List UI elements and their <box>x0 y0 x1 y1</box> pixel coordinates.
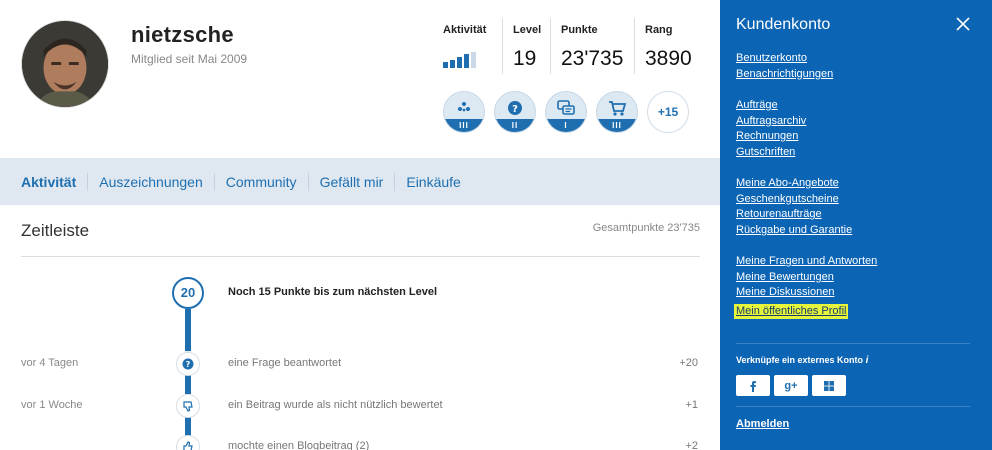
timeline-entry: vor 4 Tagen ? eine Frage beantwortet +20 <box>0 352 720 376</box>
link-group-orders: Aufträge Auftragsarchiv Rechnungen Gutsc… <box>736 98 806 160</box>
divider <box>21 256 700 257</box>
connect-account-label: Verknüpfe ein externes Konto i <box>736 355 868 366</box>
info-icon[interactable]: i <box>866 355 869 366</box>
entry-time: vor 1 Woche <box>21 399 83 411</box>
more-badges-button[interactable]: +15 <box>647 91 689 133</box>
windows-icon <box>824 380 834 391</box>
question-icon: ? <box>508 101 522 115</box>
stat-rank-label: Rang <box>645 24 673 36</box>
question-icon: ? <box>176 352 200 376</box>
divider <box>736 343 970 344</box>
tab-likes[interactable]: Gefällt mir <box>307 172 395 191</box>
shopping-cart-icon <box>609 101 626 116</box>
entry-text: ein Beitrag wurde als nicht nützlich bew… <box>228 399 443 411</box>
next-level-text: Noch 15 Punkte bis zum nächsten Level <box>228 286 438 298</box>
badge-tier: III <box>597 119 637 132</box>
link-invoices[interactable]: Rechnungen <box>736 129 806 145</box>
badge-tier: II <box>495 119 535 132</box>
profile-main: nietzsche Mitglied seit Mai 2009 Aktivit… <box>0 0 720 450</box>
badge-stars[interactable]: III <box>443 91 485 133</box>
member-since: Mitglied seit Mai 2009 <box>131 52 248 66</box>
thumbs-up-icon <box>176 435 200 450</box>
timeline-entry: mochte einen Blogbeitrag (2) +2 <box>0 435 720 450</box>
profile-header: nietzsche Mitglied seit Mai 2009 Aktivit… <box>0 0 720 158</box>
thumbs-down-icon <box>176 394 200 418</box>
stat-points-value: 23'735 <box>561 47 624 70</box>
timeline-progress <box>185 374 191 394</box>
stat-level-value: 19 <box>513 47 537 70</box>
svg-text:?: ? <box>186 360 191 369</box>
link-discussions[interactable]: Meine Diskussionen <box>736 285 877 301</box>
stat-points-label: Punkte <box>561 24 598 36</box>
link-notifications[interactable]: Benachrichtigungen <box>736 67 833 83</box>
tab-purchases[interactable]: Einkäufe <box>394 172 471 191</box>
link-reviews[interactable]: Meine Bewertungen <box>736 270 877 286</box>
entry-points: +20 <box>679 357 698 369</box>
badge-questions[interactable]: ? II <box>494 91 536 133</box>
close-icon[interactable] <box>956 17 970 31</box>
badge-list: III ? II I III +15 <box>443 91 689 133</box>
timeline-progress <box>185 309 191 351</box>
profile-tabs: Aktivität Auszeichnungen Community Gefäl… <box>0 158 720 205</box>
link-warranty[interactable]: Rückgabe und Garantie <box>736 223 852 239</box>
svg-text:?: ? <box>512 104 518 115</box>
stat-rank: Rang 3890 <box>634 18 696 74</box>
link-group-services: Meine Abo-Angebote Geschenkgutscheine Re… <box>736 176 852 238</box>
tab-awards[interactable]: Auszeichnungen <box>87 172 214 191</box>
facebook-button[interactable] <box>736 375 770 396</box>
entry-text: eine Frage beantwortet <box>228 357 342 369</box>
link-public-profile[interactable]: Mein öffentliches Profil <box>734 303 849 320</box>
entry-points: +2 <box>685 440 698 450</box>
avatar[interactable] <box>21 20 109 108</box>
stat-activity: Aktivität <box>437 18 502 74</box>
link-questions-answers[interactable]: Meine Fragen und Antworten <box>736 254 877 270</box>
username: nietzsche <box>131 22 234 47</box>
timeline-entry: vor 1 Woche ein Beitrag wurde als nicht … <box>0 394 720 418</box>
social-buttons: g+ <box>736 375 846 396</box>
stat-level: Level 19 <box>502 18 550 74</box>
connect-account-text: Verknüpfe ein externes Konto <box>736 355 864 365</box>
panel-title: Kundenkonto <box>736 16 831 33</box>
link-returns[interactable]: Retourenaufträge <box>736 207 852 223</box>
profile-stats: Aktivität Level 19 Punkte 23'735 Rang 38… <box>437 18 696 74</box>
next-level-badge: 20 <box>172 277 204 309</box>
facebook-icon <box>750 380 756 392</box>
star-cluster-icon <box>458 102 470 112</box>
timeline-title: Zeitleiste <box>21 221 90 240</box>
google-plus-icon: g+ <box>784 379 798 392</box>
entry-points: +1 <box>685 399 698 411</box>
account-panel: Kundenkonto Benutzerkonto Benachrichtigu… <box>720 0 992 450</box>
link-credits[interactable]: Gutschriften <box>736 145 806 161</box>
entry-text: mochte einen Blogbeitrag (2) <box>228 440 370 450</box>
speech-bubbles-icon <box>557 100 575 115</box>
stat-rank-value: 3890 <box>645 47 692 70</box>
logout-link[interactable]: Abmelden <box>736 418 789 430</box>
activity-bars-icon <box>443 52 492 68</box>
badge-purchases[interactable]: III <box>596 91 638 133</box>
link-order-archive[interactable]: Auftragsarchiv <box>736 114 806 130</box>
avatar-image <box>22 21 108 107</box>
divider <box>736 406 970 407</box>
badge-tier: III <box>444 119 484 132</box>
link-group-account: Benutzerkonto Benachrichtigungen <box>736 51 833 82</box>
windows-button[interactable] <box>812 375 846 396</box>
link-gift-cards[interactable]: Geschenkgutscheine <box>736 192 852 208</box>
stat-level-label: Level <box>513 24 542 36</box>
link-group-community: Meine Fragen und Antworten Meine Bewertu… <box>734 254 877 320</box>
badge-tier: I <box>546 119 586 132</box>
entry-time: vor 4 Tagen <box>21 357 79 369</box>
stat-activity-label: Aktivität <box>443 24 487 36</box>
google-plus-button[interactable]: g+ <box>774 375 808 396</box>
tab-community[interactable]: Community <box>213 172 308 191</box>
link-subscriptions[interactable]: Meine Abo-Angebote <box>736 176 852 192</box>
stat-points: Punkte 23'735 <box>550 18 634 74</box>
link-user-account[interactable]: Benutzerkonto <box>736 51 833 67</box>
total-points: Gesamtpunkte 23'735 <box>592 222 700 234</box>
link-orders[interactable]: Aufträge <box>736 98 806 114</box>
timeline-progress <box>185 416 191 436</box>
tab-activity[interactable]: Aktivität <box>10 173 87 191</box>
badge-discussions[interactable]: I <box>545 91 587 133</box>
